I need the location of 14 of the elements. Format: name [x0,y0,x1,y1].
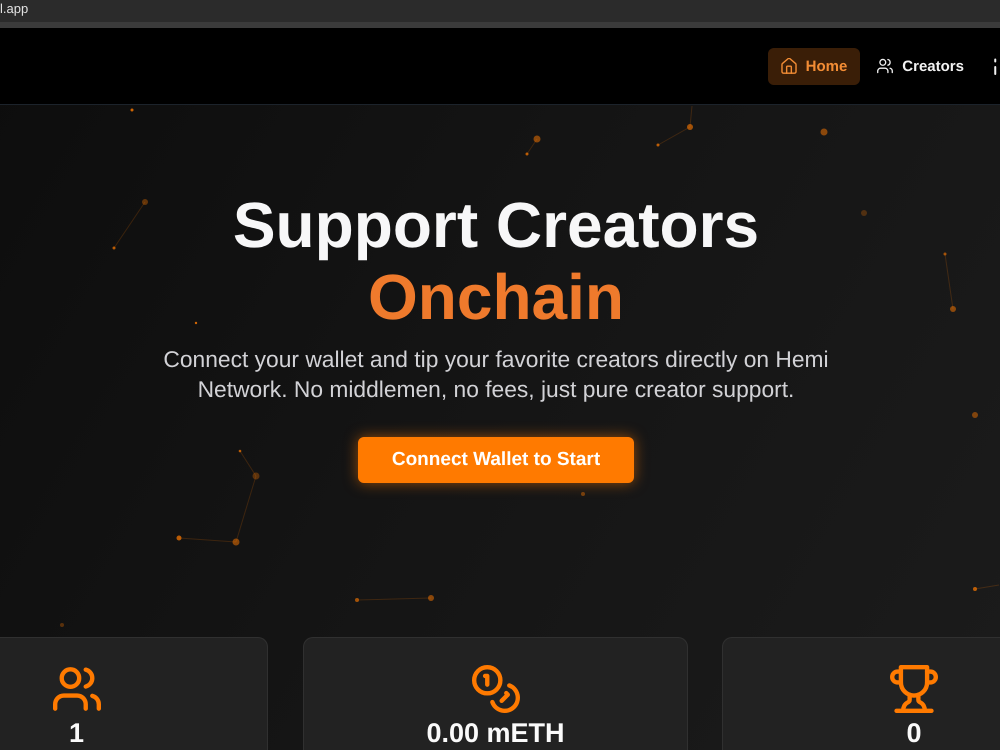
stat-value: 0 [906,718,922,748]
stat-value: 0.00 mETH [426,718,565,748]
nav-link[interactable]: Home [768,48,860,84]
hero-title-highlight: Onchain [368,261,624,333]
nav-link[interactable]: Creators [864,48,977,84]
trophy-icon [890,665,938,713]
coins-icon [472,665,520,713]
hero-title: Support Creators [232,189,760,261]
users-icon [52,665,100,713]
stat-value: 1 [68,718,84,748]
home-icon [780,58,797,74]
hero-description: Connect your wallet and tip your favorite creators directly on Hemi Network. No middlemen, no fees, just pure creator support. [162,345,830,404]
users-icon [877,58,894,74]
address-bar-url[interactable]: l.app [0,2,28,16]
